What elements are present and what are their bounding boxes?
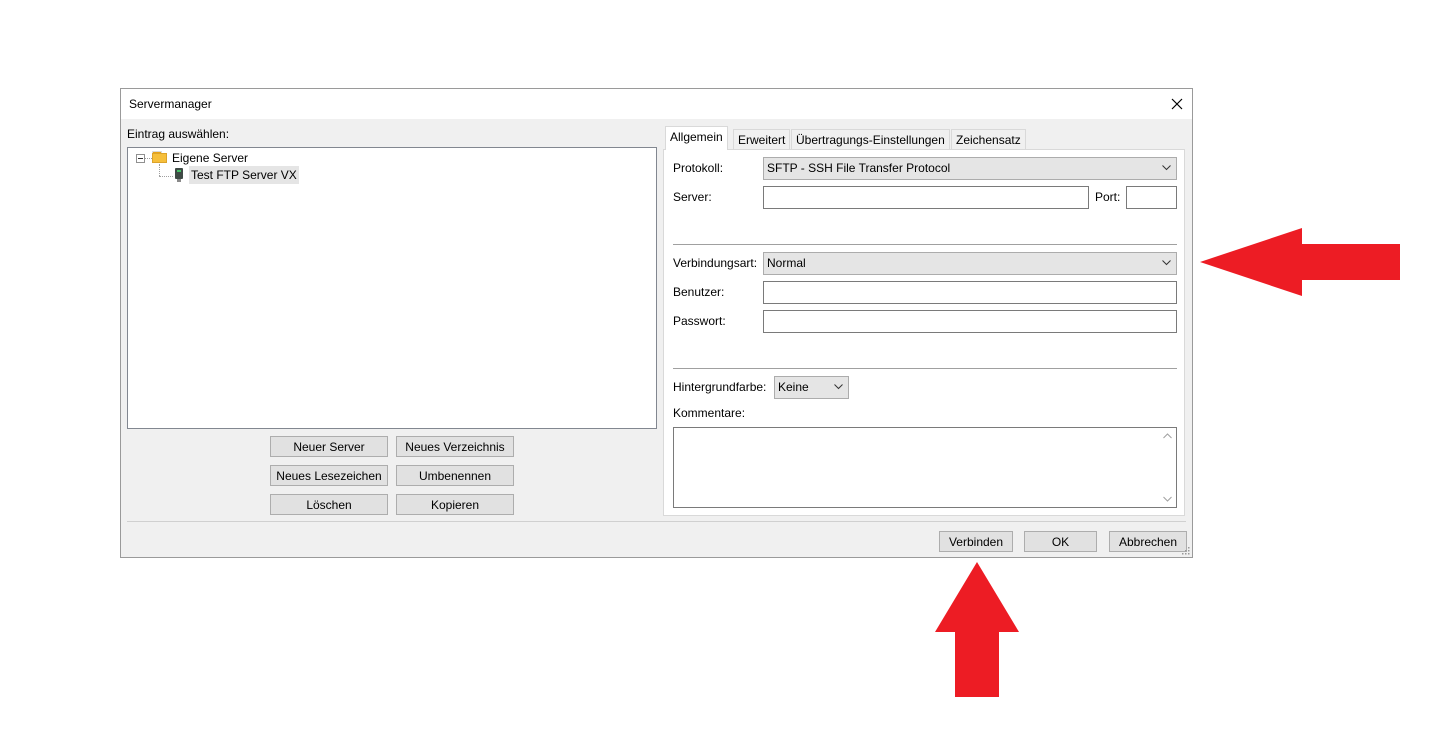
server-tree[interactable]: Eigene Server Test FTP Server VX <box>127 147 657 429</box>
ok-button[interactable]: OK <box>1024 531 1097 552</box>
arrow-up-annotation <box>935 562 1019 697</box>
arrow-left-annotation <box>1200 228 1400 296</box>
chevron-down-icon <box>1162 260 1171 266</box>
separator <box>673 244 1177 245</box>
collapse-toggle[interactable] <box>136 154 145 163</box>
user-label: Benutzer: <box>673 285 725 299</box>
background-color-select[interactable]: Keine <box>774 376 849 399</box>
scroll-up-icon[interactable] <box>1163 433 1172 439</box>
protocol-select[interactable]: SFTP - SSH File Transfer Protocol <box>763 157 1177 180</box>
chevron-down-icon <box>834 384 843 390</box>
dialog-title: Servermanager <box>129 97 212 111</box>
server-input[interactable] <box>763 186 1089 209</box>
new-folder-button[interactable]: Neues Verzeichnis <box>396 436 514 457</box>
footer-separator <box>127 521 1186 522</box>
tab-charset[interactable]: Zeichensatz <box>951 129 1026 149</box>
tab-general[interactable]: Allgemein <box>665 126 728 150</box>
protocol-value: SFTP - SSH File Transfer Protocol <box>767 161 951 175</box>
tab-transfer-settings[interactable]: Übertragungs-Einstellungen <box>791 129 950 149</box>
port-input[interactable] <box>1126 186 1177 209</box>
user-input[interactable] <box>763 281 1177 304</box>
folder-icon <box>152 151 167 163</box>
tree-connector <box>145 158 152 159</box>
rename-button[interactable]: Umbenennen <box>396 465 514 486</box>
server-label: Server: <box>673 190 712 204</box>
comments-textarea[interactable] <box>673 427 1177 508</box>
delete-button[interactable]: Löschen <box>270 494 388 515</box>
chevron-down-icon <box>1162 165 1171 171</box>
logon-type-value: Normal <box>767 256 806 270</box>
protocol-label: Protokoll: <box>673 161 724 175</box>
servermanager-dialog: Servermanager Eintrag auswählen: Eigene … <box>120 88 1193 558</box>
new-server-button[interactable]: Neuer Server <box>270 436 388 457</box>
tree-item-server[interactable]: Test FTP Server VX <box>189 166 299 184</box>
tree-connector-vertical <box>159 164 160 176</box>
background-color-value: Keine <box>778 380 809 394</box>
select-entry-label: Eintrag auswählen: <box>127 127 230 141</box>
title-bar[interactable]: Servermanager <box>121 89 1192 119</box>
tree-connector-child <box>159 176 173 177</box>
password-label: Passwort: <box>673 314 726 328</box>
comments-label: Kommentare: <box>673 406 746 420</box>
cancel-button[interactable]: Abbrechen <box>1109 531 1187 552</box>
port-label: Port: <box>1095 190 1121 204</box>
tree-item-root[interactable]: Eigene Server <box>172 151 248 165</box>
close-icon <box>1171 98 1183 110</box>
new-bookmark-button[interactable]: Neues Lesezeichen <box>270 465 388 486</box>
server-icon <box>175 168 183 182</box>
background-color-label: Hintergrundfarbe: <box>673 380 767 394</box>
logon-type-select[interactable]: Normal <box>763 252 1177 275</box>
connect-button[interactable]: Verbinden <box>939 531 1013 552</box>
general-tab-panel: Protokoll: SFTP - SSH File Transfer Prot… <box>663 149 1185 516</box>
password-input[interactable] <box>763 310 1177 333</box>
scroll-down-icon[interactable] <box>1163 496 1172 502</box>
close-button[interactable] <box>1162 89 1192 119</box>
resize-grip-icon[interactable] <box>1182 547 1190 555</box>
separator <box>673 368 1177 369</box>
logon-type-label: Verbindungsart: <box>673 256 758 270</box>
tab-advanced[interactable]: Erweitert <box>733 129 791 149</box>
copy-button[interactable]: Kopieren <box>396 494 514 515</box>
